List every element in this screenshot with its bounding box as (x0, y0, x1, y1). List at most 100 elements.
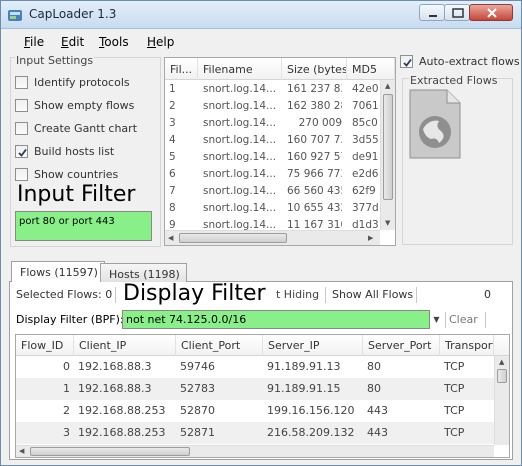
flow-cell: 199.16.156.120 (267, 404, 355, 417)
file-row[interactable]: 6 snort.log.14... 75 966 773 e2d6 (165, 166, 379, 183)
flow-cell: 192.168.88.3 (78, 382, 152, 395)
menu-file[interactable]: File (24, 35, 44, 49)
file-cell: 5 (169, 151, 176, 163)
checkbox-box[interactable] (15, 76, 28, 89)
flows-vertical-scrollbar[interactable]: ▲ (494, 356, 509, 445)
file-cell: 42e0 (352, 83, 379, 95)
file-cell: 377d (352, 202, 379, 214)
flow-cell: 192.168.88.253 (78, 426, 166, 439)
table-row[interactable]: 1 192.168.88.3 52783 91.189.91.15 80 TCP (16, 378, 494, 400)
files-vertical-scrollbar[interactable]: ▲ ▼ (380, 80, 395, 230)
file-row[interactable]: 5 snort.log.14... 160 927 572 de91 (165, 149, 379, 166)
tab-hosts[interactable]: Hosts (1198) (100, 263, 187, 282)
scroll-left-icon[interactable]: ◀ (168, 234, 173, 242)
extracted-document-icon[interactable] (409, 89, 461, 159)
display-filter-overlay-title: Display Filter (123, 281, 266, 306)
file-cell: 10 655 432 (287, 202, 342, 214)
table-row[interactable]: 2 192.168.88.253 52870 199.16.156.120 443 TCP (16, 400, 494, 422)
flow-cell: 52783 (180, 382, 215, 395)
file-row[interactable]: 4 snort.log.14... 160 707 733 3d55 (165, 132, 379, 149)
dropdown-arrow-icon[interactable]: ▼ (430, 310, 443, 329)
window-title: CapLoader 1.3 (29, 7, 117, 21)
files-horizontal-scrollbar[interactable]: ◀ ▶ (165, 230, 380, 245)
visible-flows-count: 0 (484, 288, 491, 301)
input-settings-legend: Input Settings (15, 54, 95, 67)
flow-cell: 2 (63, 404, 70, 417)
checkbox-box[interactable] (15, 168, 28, 181)
menu-tools[interactable]: Tools (99, 35, 129, 49)
checkbox-box[interactable] (15, 145, 28, 158)
file-cell: 162 380 283 (287, 100, 342, 112)
file-cell: 6 (169, 168, 176, 180)
file-row[interactable]: 2 snort.log.14... 162 380 283 7061 (165, 98, 379, 115)
tab-flows[interactable]: Flows (11597) (11, 261, 105, 282)
scroll-thumb[interactable] (30, 447, 190, 456)
toolbar-separator (416, 287, 417, 303)
menu-bar: File Edit Tools Help (1, 31, 521, 53)
checkbox-box[interactable] (15, 99, 28, 112)
flow-cell: 59746 (180, 360, 215, 373)
file-cell: 85c0 (352, 117, 378, 129)
toolbar-separator (445, 312, 446, 328)
minimize-button[interactable] (419, 4, 445, 21)
scroll-up-icon[interactable]: ▲ (499, 358, 504, 366)
column-header[interactable]: Flow_ID (16, 335, 74, 356)
display-filter-label: Display Filter (BPF): (16, 313, 124, 326)
column-header[interactable]: Fil... (165, 58, 198, 80)
column-header[interactable]: Client_Port (176, 335, 263, 356)
input-filter-field[interactable]: port 80 or port 443 (15, 211, 152, 241)
column-header[interactable]: Server_Port (363, 335, 440, 356)
column-header[interactable]: Server_IP (263, 335, 363, 356)
scroll-thumb[interactable] (179, 233, 287, 243)
scroll-up-icon[interactable]: ▲ (385, 82, 390, 90)
flow-cell: 1 (63, 382, 70, 395)
flow-cell: 192.168.88.3 (78, 360, 152, 373)
close-button[interactable] (469, 4, 513, 21)
file-row[interactable]: 3 snort.log.14... 270 009 85c0 (165, 115, 379, 132)
scroll-thumb[interactable] (383, 94, 393, 200)
column-header[interactable]: Size (bytes) (282, 58, 347, 80)
file-cell: snort.log.14... (203, 202, 277, 214)
file-cell: snort.log.14... (203, 134, 277, 146)
file-cell: 62f9 (352, 185, 376, 197)
extracted-flows-legend: Extracted Flows (409, 74, 499, 87)
scroll-thumb[interactable] (497, 369, 507, 383)
column-header[interactable]: Transport (440, 335, 494, 356)
file-cell: 7061 (352, 100, 379, 112)
flow-cell: TCP (444, 382, 465, 395)
clear-button[interactable]: Clear (449, 313, 478, 326)
flow-cell: 0 (63, 360, 70, 373)
title-bar[interactable]: CapLoader 1.3 (1, 1, 521, 29)
checkbox-label: Identify protocols (34, 76, 130, 89)
file-row[interactable]: 8 snort.log.14... 10 655 432 377d (165, 200, 379, 217)
show-all-flows-button[interactable]: Show All Flows (332, 288, 413, 301)
maximize-button[interactable] (444, 4, 470, 21)
scroll-right-icon[interactable]: ▶ (368, 234, 373, 242)
flows-table: Flow_ID Client_IP Client_Port Server_IP … (15, 334, 510, 458)
flow-cell: TCP (444, 360, 465, 373)
scroll-down-icon[interactable]: ▼ (385, 219, 390, 227)
file-cell: snort.log.14... (203, 83, 277, 95)
file-cell: e2d6 (352, 168, 379, 180)
checkbox-box[interactable] (400, 55, 413, 68)
hiding-button[interactable]: t Hiding (276, 288, 319, 301)
file-cell: snort.log.14... (203, 117, 277, 129)
flow-cell: 80 (367, 360, 381, 373)
column-header[interactable]: Client_IP (74, 335, 176, 356)
table-row[interactable]: 0 192.168.88.3 59746 91.189.91.13 80 TCP (16, 356, 494, 378)
flows-horizontal-scrollbar[interactable]: ◀ (16, 445, 494, 457)
column-header[interactable]: Filename (198, 58, 282, 80)
display-filter-input[interactable]: not net 74.125.0.0/16 (122, 310, 430, 329)
file-row[interactable]: 1 snort.log.14... 161 237 830 42e0 (165, 81, 379, 98)
scroll-left-icon[interactable]: ◀ (19, 447, 24, 455)
file-row[interactable]: 7 snort.log.14... 66 560 435 62f9 (165, 183, 379, 200)
menu-edit[interactable]: Edit (61, 35, 84, 49)
file-cell: 75 966 773 (287, 168, 342, 180)
checkbox-box[interactable] (15, 122, 28, 135)
file-cell: 1 (169, 83, 176, 95)
menu-help[interactable]: Help (147, 35, 174, 49)
file-cell: 270 009 (298, 117, 342, 129)
flow-cell: 3 (63, 426, 70, 439)
column-header[interactable]: MD5 (347, 58, 395, 80)
table-row[interactable]: 3 192.168.88.253 52871 216.58.209.132 443 TCP (16, 422, 494, 444)
